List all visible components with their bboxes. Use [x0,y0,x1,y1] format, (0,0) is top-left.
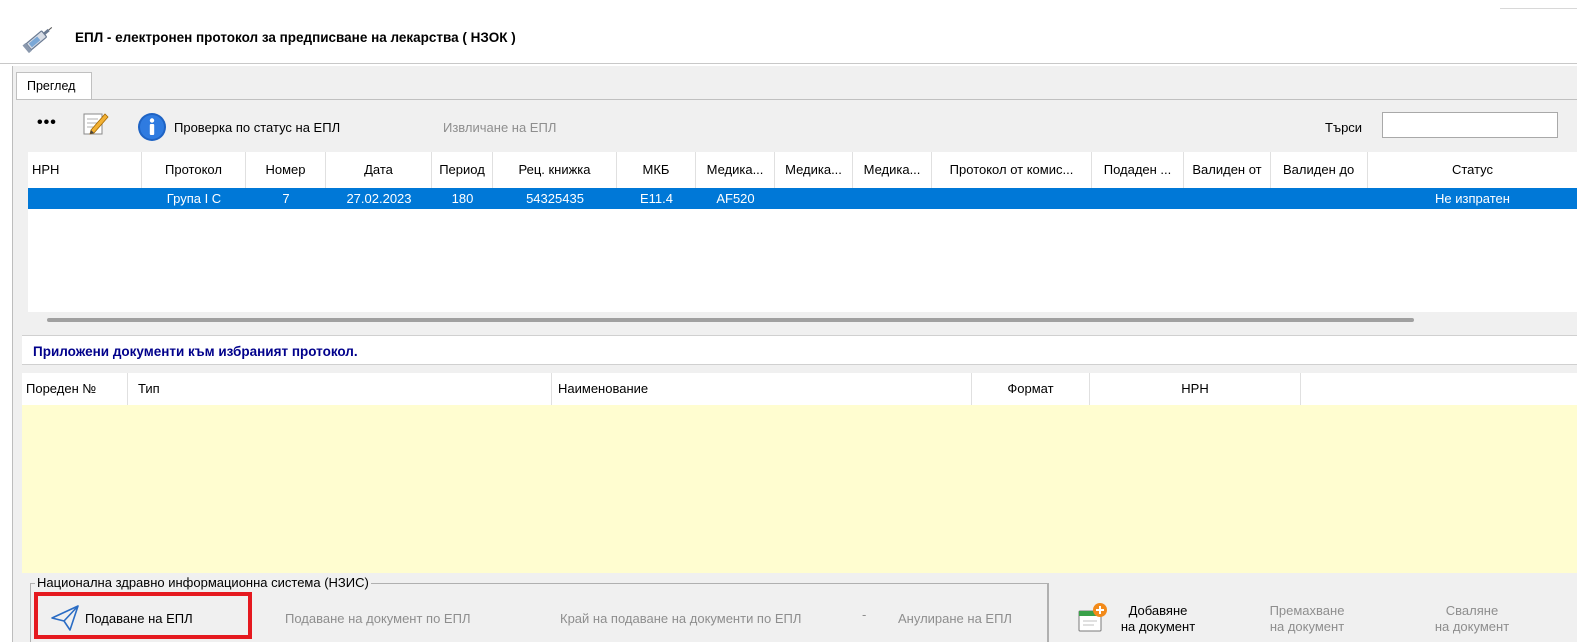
info-icon[interactable] [137,112,167,142]
download-document-button[interactable]: Сваляне на документ [1422,603,1522,635]
cell-medication: AF520 [716,191,755,206]
protocols-table: НРН Протокол Номер Дата Период Рец. книж… [28,152,1577,312]
remove-document-button[interactable]: Премахване на документ [1257,603,1357,635]
column-header[interactable]: Период [432,152,493,188]
end-submit-documents-button[interactable]: Край на подаване на документи по ЕПЛ [560,611,801,626]
submit-document-button[interactable]: Подаване на документ по ЕПЛ [285,611,470,626]
column-header[interactable]: Валиден от [1184,152,1271,188]
tab-preview[interactable]: Преглед [16,72,92,99]
cell-protocol: Група I С [166,191,222,206]
add-document-line1: Добавяне [1128,603,1188,618]
column-header[interactable]: Протокол [142,152,246,188]
syringe-icon [22,27,53,54]
column-header[interactable]: Медика... [853,152,932,188]
remove-document-line2: на документ [1269,619,1345,634]
add-document-line2: на документ [1120,619,1196,634]
separator-dash: - [862,607,867,622]
more-options-button[interactable]: ••• [37,114,57,132]
horizontal-scrollbar[interactable] [47,318,1414,322]
column-header[interactable]: Тип [128,373,552,405]
add-document-button[interactable]: Добавяне на документ [1108,603,1208,635]
add-document-icon[interactable] [1075,601,1109,635]
search-input[interactable] [1382,112,1558,138]
column-header[interactable]: Подаден ... [1092,152,1184,188]
column-header[interactable]: Протокол от комис... [932,152,1092,188]
column-header[interactable]: НРН [28,152,142,188]
submit-epl-button[interactable]: Подаване на ЕПЛ [34,592,252,639]
title-bar: ЕПЛ - електронен протокол за предписване… [0,0,1577,64]
table-row[interactable]: Група I С 7 27.02.2023 180 54325435 E11.… [28,188,1577,209]
cell-period: 180 [451,191,474,206]
cell-nrn [28,188,142,209]
cell-book: 54325435 [526,191,584,206]
download-document-line2: на документ [1434,619,1510,634]
column-header[interactable]: Номер [246,152,326,188]
column-header[interactable]: Наименование [552,373,972,405]
cancel-epl-button[interactable]: Анулиране на ЕПЛ [898,611,1012,626]
download-document-line1: Сваляне [1445,603,1499,618]
column-header[interactable]: Медика... [775,152,853,188]
column-header[interactable]: Дата [326,152,432,188]
column-header[interactable]: Медика... [696,152,775,188]
vertical-separator [1048,583,1049,642]
column-header[interactable]: Статус [1368,152,1577,188]
column-header[interactable]: Формат [972,373,1090,405]
toolbar: ••• Проверка по статус на ЕПЛ Извличане … [17,100,1577,152]
attached-docs-heading: Приложени документи към избраният проток… [33,344,358,359]
edit-icon[interactable] [81,109,109,137]
column-header[interactable]: Валиден до [1271,152,1368,188]
attached-docs-table: Пореден № Тип Наименование Формат НРН [22,373,1577,573]
nzis-legend: Национална здравно информационна система… [35,575,371,590]
check-status-button[interactable]: Проверка по статус на ЕПЛ [174,120,340,135]
column-header[interactable]: МКБ [617,152,696,188]
column-header[interactable]: НРН [1090,373,1301,405]
attached-docs-header: Приложени документи към избраният проток… [22,335,1577,365]
attached-docs-header-row: Пореден № Тип Наименование Формат НРН [22,373,1577,405]
cell-date: 27.02.2023 [346,191,412,206]
search-label: Търси [1325,120,1363,135]
cell-number: 7 [282,191,290,206]
cell-status: Не изпратен [1435,191,1510,206]
submit-epl-label: Подаване на ЕПЛ [85,611,193,626]
corner-divider [1500,8,1577,9]
column-header[interactable]: Рец. книжка [493,152,617,188]
remove-document-line1: Премахване [1269,603,1345,618]
window-title: ЕПЛ - електронен протокол за предписване… [75,30,516,45]
nzis-panel: Национална здравно информационна система… [22,573,1577,642]
paper-plane-icon [51,605,79,631]
cell-mkb: E11.4 [639,191,673,206]
extract-epl-button[interactable]: Извличане на ЕПЛ [443,120,556,135]
column-header[interactable]: Пореден № [22,373,128,405]
